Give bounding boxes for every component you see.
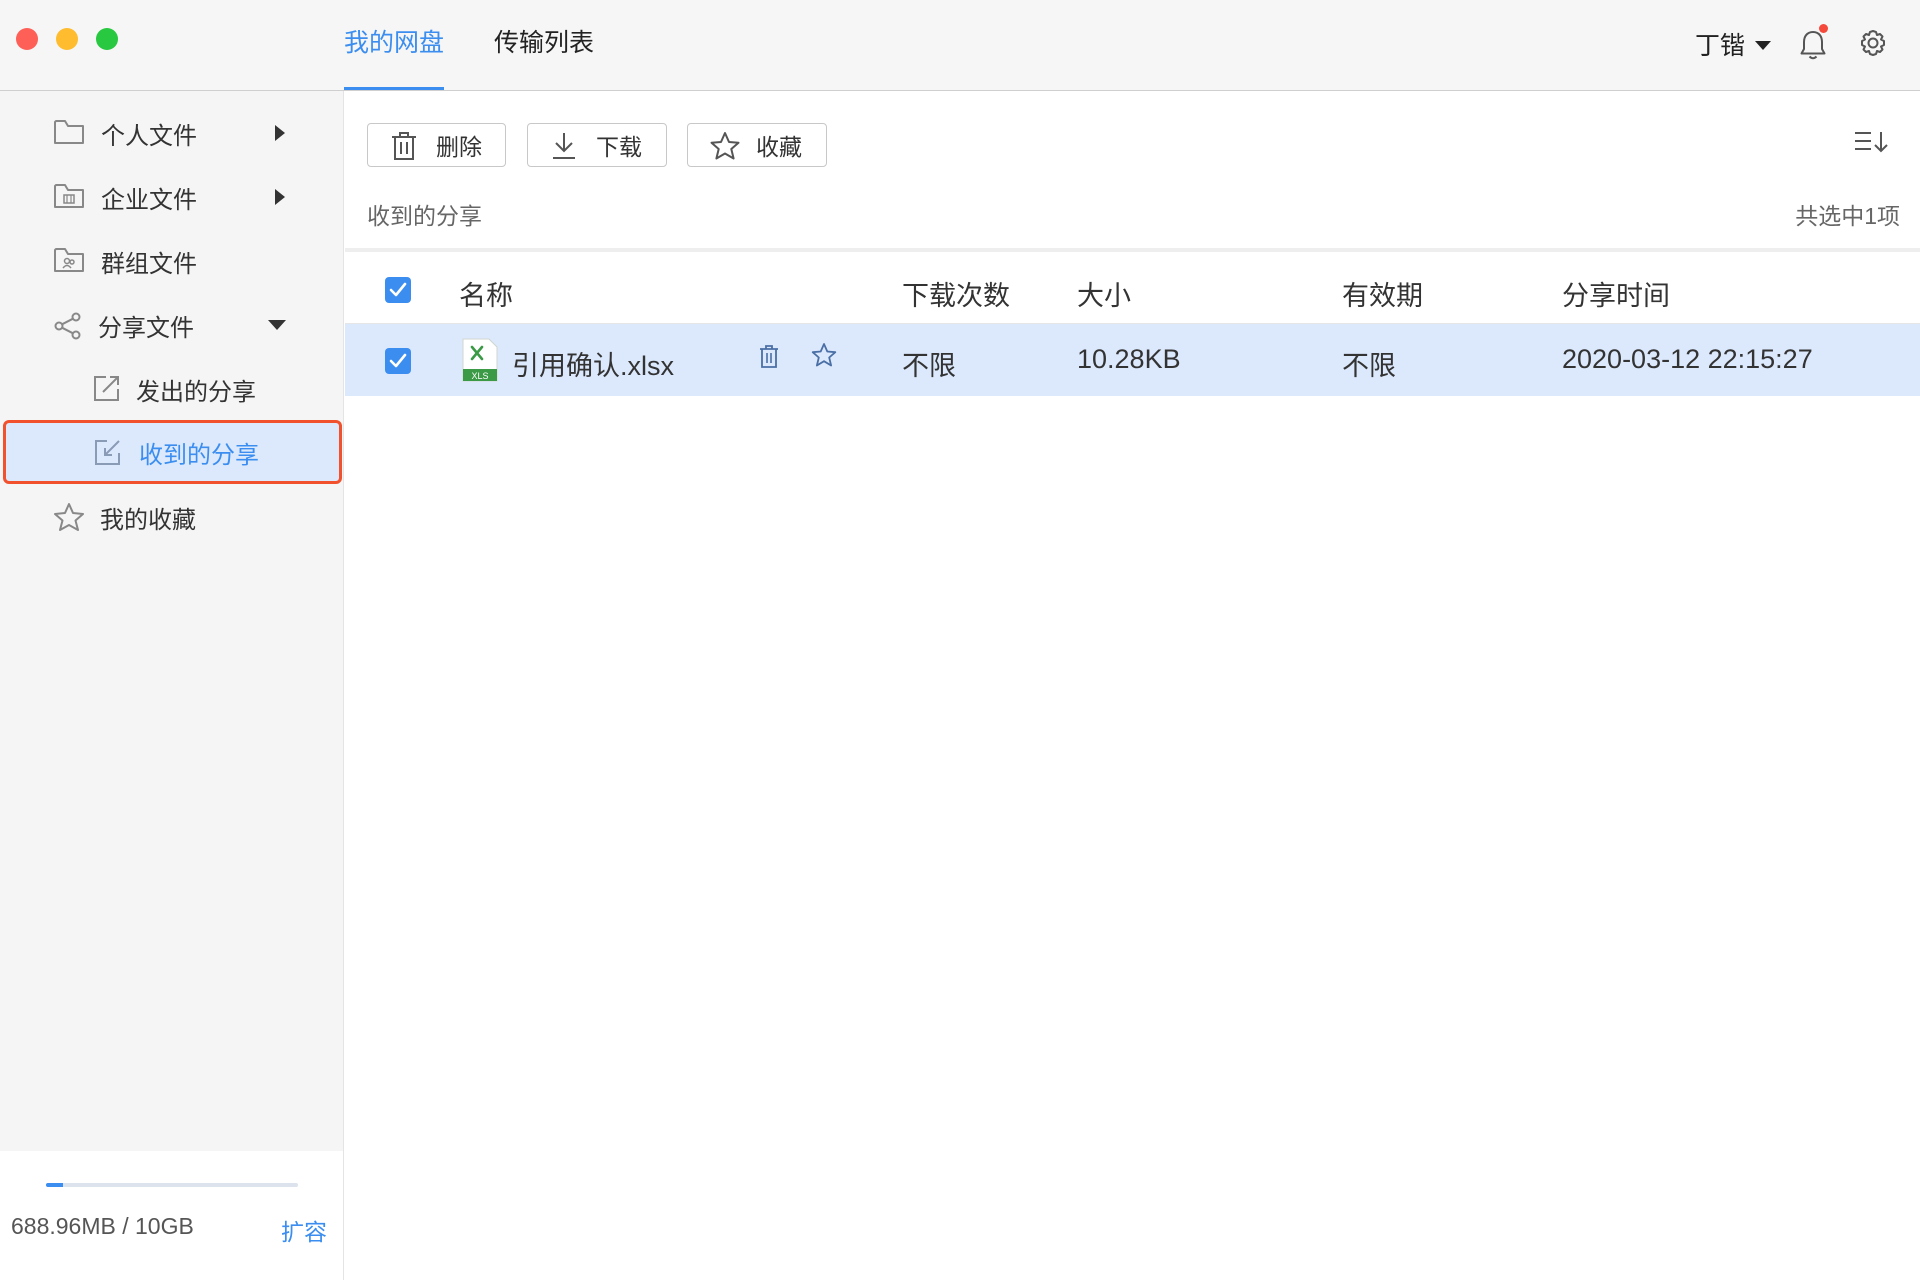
share-time: 2020-03-12 22:15:27	[1562, 344, 1813, 374]
sidebar-item-my-favorites[interactable]: 我的收藏	[0, 485, 344, 549]
sidebar-item-label: 分享文件	[98, 314, 194, 342]
trash-icon[interactable]	[758, 344, 780, 370]
sidebar-item-label: 发出的分享	[136, 378, 256, 406]
download-icon	[550, 131, 578, 161]
star-icon	[710, 131, 740, 161]
column-header-share-time[interactable]: 分享时间	[1562, 274, 1670, 313]
caret-down-icon	[1755, 41, 1772, 50]
sidebar-item-label: 企业文件	[101, 186, 197, 214]
close-window-button[interactable]	[16, 28, 38, 50]
delete-button-label: 删除	[436, 134, 482, 160]
column-header-downloads[interactable]: 下载次数	[902, 274, 1010, 313]
sidebar-item-received-shares[interactable]: 收到的分享	[3, 420, 342, 484]
gear-icon[interactable]	[1858, 28, 1888, 58]
bell-icon[interactable]	[1798, 24, 1828, 62]
enterprise-folder-icon	[53, 182, 85, 210]
sidebar-item-enterprise-files[interactable]: 企业文件	[0, 165, 344, 229]
tab-my-drive[interactable]: 我的网盘	[344, 0, 445, 90]
storage-panel: 688.96MB / 10GB 扩容	[0, 1151, 343, 1280]
group-folder-icon	[53, 246, 85, 274]
title-bar: 我的网盘 传输列表 丁锴	[0, 0, 1920, 91]
user-menu[interactable]: 丁锴	[1695, 26, 1772, 62]
trash-icon	[390, 131, 418, 161]
table-row[interactable]: XLS 引用确认.xlsx 不限 10.28KB 不限 2020-03-12 2…	[345, 324, 1920, 396]
excel-file-icon: XLS	[461, 338, 499, 382]
select-all-checkbox[interactable]	[385, 277, 411, 303]
validity-period: 不限	[1342, 351, 1396, 381]
sidebar-item-label: 个人文件	[101, 122, 197, 150]
file-type-label: XLS	[471, 371, 488, 381]
selection-count: 共选中1项	[1795, 203, 1900, 229]
delete-button[interactable]: 删除	[367, 123, 506, 167]
sent-share-icon	[92, 373, 122, 403]
download-button[interactable]: 下载	[527, 123, 667, 167]
user-name: 丁锴	[1695, 32, 1746, 60]
sidebar-item-group-files[interactable]: 群组文件	[0, 229, 344, 293]
expand-arrow-icon[interactable]	[275, 125, 285, 141]
download-count: 不限	[902, 351, 956, 381]
sidebar-item-label: 我的收藏	[100, 506, 196, 534]
sidebar-item-sent-shares[interactable]: 发出的分享	[0, 357, 344, 421]
favorite-button[interactable]: 收藏	[687, 123, 827, 167]
folder-icon	[53, 118, 85, 146]
notification-badge	[1819, 24, 1828, 33]
sidebar-item-shared-files[interactable]: 分享文件	[0, 293, 344, 357]
maximize-window-button[interactable]	[96, 28, 118, 50]
star-icon[interactable]	[811, 342, 837, 368]
received-share-icon	[93, 437, 123, 467]
sidebar-item-label: 群组文件	[101, 250, 197, 278]
expand-storage-link[interactable]: 扩容	[281, 1213, 327, 1247]
share-icon	[53, 311, 83, 341]
storage-usage-text: 688.96MB / 10GB	[11, 1213, 194, 1239]
favorite-button-label: 收藏	[756, 134, 802, 160]
column-header-validity[interactable]: 有效期	[1342, 274, 1423, 313]
row-checkbox[interactable]	[385, 348, 411, 374]
sidebar-item-label: 收到的分享	[139, 441, 259, 469]
column-header-name[interactable]: 名称	[459, 274, 513, 313]
sidebar-item-personal-files[interactable]: 个人文件	[0, 101, 344, 165]
sort-icon[interactable]	[1853, 129, 1889, 155]
main-panel: 删除 下载 收藏 收到的分享 共选中1项 名称 下载次数 大小 有效期 分享时间	[345, 91, 1920, 1280]
sidebar: 个人文件 企业文件 群组文件 分享文件 发出的分享 收到的分享 我的收藏 688…	[0, 91, 344, 1280]
file-size: 10.28KB	[1077, 344, 1181, 374]
file-name[interactable]: 引用确认.xlsx	[512, 344, 674, 383]
table-header: 名称 下载次数 大小 有效期 分享时间	[345, 252, 1920, 324]
download-button-label: 下载	[596, 134, 642, 160]
breadcrumb: 收到的分享	[367, 203, 482, 229]
storage-progress-bar	[46, 1183, 298, 1187]
column-header-size[interactable]: 大小	[1077, 274, 1131, 313]
storage-progress-fill	[46, 1183, 63, 1187]
tab-transfer-list[interactable]: 传输列表	[494, 0, 594, 90]
minimize-window-button[interactable]	[56, 28, 78, 50]
collapse-arrow-icon[interactable]	[268, 320, 286, 330]
expand-arrow-icon[interactable]	[275, 189, 285, 205]
star-icon	[53, 502, 85, 532]
